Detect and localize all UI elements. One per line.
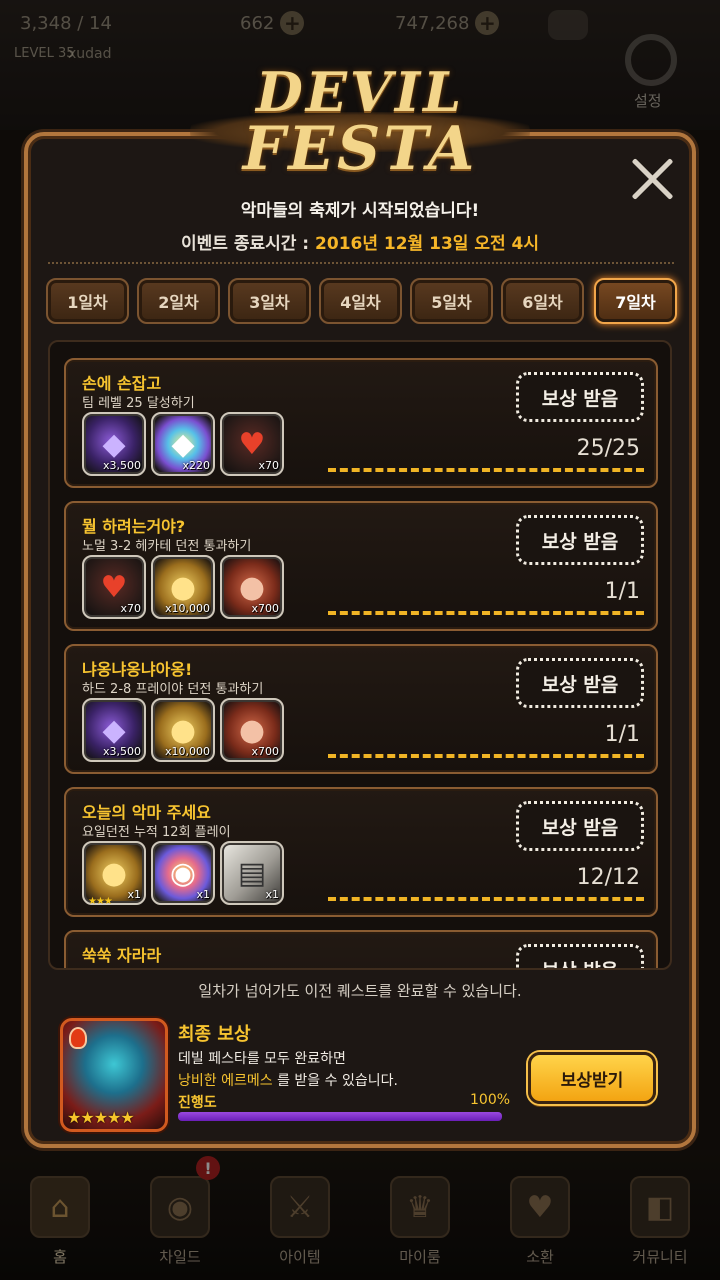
quest-title: 냐옹냐옹냐아옹! xyxy=(82,660,193,679)
divider xyxy=(48,262,674,264)
gold-coin-pile-icon[interactable]: ● ★★★ x1 xyxy=(82,841,146,907)
quest-card: 냐옹냐옹냐아옹! 하드 2-8 프레이야 던전 통과하기 ◆ x3,500 ● x1… xyxy=(64,644,658,774)
gold-coin-icon[interactable]: ● x10,000 xyxy=(151,698,215,762)
rarity-stars-icon: ★★★★★ xyxy=(67,1108,135,1127)
hermes-portrait[interactable]: ★★★★★ xyxy=(60,1018,168,1132)
reward-claimed-button[interactable]: 보상 받음 xyxy=(516,658,644,708)
quest-card: 오늘의 악마 주세요 요일던전 누적 12회 플레이 ● ★★★ x1 ◉ x1 ▤ x… xyxy=(64,787,658,917)
fire-element-icon xyxy=(69,1027,87,1049)
end-time-label: 이벤트 종료시간 : xyxy=(180,234,316,254)
reward-count: x3,500 xyxy=(102,459,141,472)
quest-description: 하드 2-8 프레이야 던전 통과하기 xyxy=(82,682,264,697)
final-reward-line2-rest: 를 받을 수 있습니다. xyxy=(272,1073,398,1089)
copper-coin-icon[interactable]: ● x700 xyxy=(220,698,284,762)
quest-card: 손에 손잡고 팀 레벨 25 달성하기 ◆ x3,500 ◆ x220 ♥ x70 보… xyxy=(64,358,658,488)
day-tabs: 1일차 2일차 3일차 4일차 5일차 6일차 7일차 xyxy=(46,278,678,326)
quest-progress: 1/1 xyxy=(604,579,640,604)
event-end-time: 이벤트 종료시간 : 2016년 12월 13일 오전 4시 xyxy=(0,229,720,254)
event-headline: 악마들의 축제가 시작되었습니다! xyxy=(240,201,480,221)
gold-coin-icon[interactable]: ● x10,000 xyxy=(151,555,215,619)
quest-title: 쑥쑥 자라라 xyxy=(82,946,162,965)
quest-progress: 12/12 xyxy=(576,865,640,890)
end-time-value: 2016년 12월 13일 오전 4시 xyxy=(315,234,540,254)
tab-day-2[interactable]: 2일차 xyxy=(137,278,220,324)
purple-gem-icon[interactable]: ◆ x3,500 xyxy=(82,698,146,762)
tab-day-5[interactable]: 5일차 xyxy=(410,278,493,324)
final-reward-line2: 낭비한 에르메스 를 받을 수 있습니다. xyxy=(178,1070,398,1090)
rarity-stars-icon: ★★★ xyxy=(88,896,113,907)
progress-dashes xyxy=(328,611,644,615)
quest-title: 손에 손잡고 xyxy=(82,374,162,393)
reward-count: x10,000 xyxy=(165,602,210,615)
reward-claimed-button[interactable]: 보상 받음 xyxy=(516,944,644,968)
ticket-icon[interactable]: ▤ x1 xyxy=(220,841,284,905)
quest-description: 노멀 3-2 헤카테 던전 통과하기 xyxy=(82,539,252,554)
quest-description: 팀 레벨 25 달성하기 xyxy=(82,396,195,411)
reward-count: x70 xyxy=(120,602,141,615)
quest-description: 요일던전 누적 12회 플레이 xyxy=(82,825,231,840)
rainbow-gem-icon[interactable]: ◆ x220 xyxy=(151,412,215,476)
reward-count: x1 xyxy=(196,888,210,901)
final-reward-line1: 데빌 페스타를 모두 완료하면 xyxy=(178,1051,346,1067)
quest-progress: 1/1 xyxy=(604,722,640,747)
purple-gem-icon[interactable]: ◆ x3,500 xyxy=(82,412,146,476)
reward-claimed-button[interactable]: 보상 받음 xyxy=(516,801,644,851)
quest-title: 뭘 하려는거야? xyxy=(82,517,186,536)
final-reward-title: 최종 보상 xyxy=(178,1024,251,1045)
tab-day-3[interactable]: 3일차 xyxy=(228,278,311,324)
tab-day-7[interactable]: 7일차 xyxy=(594,278,677,324)
tab-day-1[interactable]: 1일차 xyxy=(46,278,129,324)
devil-festa-logo: DEVIL FESTA xyxy=(190,56,530,186)
reward-count: x1 xyxy=(265,888,279,901)
logo-line2: FESTA xyxy=(242,114,478,184)
progress-dashes xyxy=(328,754,644,758)
quest-progress: 25/25 xyxy=(576,436,640,461)
reward-count: x1 xyxy=(127,888,141,901)
claim-reward-button[interactable]: 보상받기 xyxy=(528,1052,656,1104)
quest-card: 뭘 하려는거야? 노멀 3-2 헤카테 던전 통과하기 ♥ x70 ● x10,00… xyxy=(64,501,658,631)
heart-icon[interactable]: ♥ x70 xyxy=(82,555,146,619)
reward-count: x70 xyxy=(258,459,279,472)
reward-claimed-button[interactable]: 보상 받음 xyxy=(516,515,644,565)
reward-claimed-button[interactable]: 보상 받음 xyxy=(516,372,644,422)
copper-coin-icon[interactable]: ● x700 xyxy=(220,555,284,619)
reward-count: x700 xyxy=(251,745,279,758)
progress-percent: 100% xyxy=(470,1092,511,1108)
quest-title: 오늘의 악마 주세요 xyxy=(82,803,211,822)
progress-fill xyxy=(178,1112,502,1121)
quest-list[interactable]: 손에 손잡고 팀 레벨 25 달성하기 ◆ x3,500 ◆ x220 ♥ x70 보… xyxy=(48,340,672,970)
tab-day-6[interactable]: 6일차 xyxy=(501,278,584,324)
final-reward-name: 낭비한 에르메스 xyxy=(178,1073,273,1089)
progress-dashes xyxy=(328,468,644,472)
progress-dashes xyxy=(328,897,644,901)
reward-count: x10,000 xyxy=(165,745,210,758)
heart-icon[interactable]: ♥ x70 xyxy=(220,412,284,476)
reward-count: x3,500 xyxy=(102,745,141,758)
reward-count: x220 xyxy=(182,459,210,472)
tab-day-4[interactable]: 4일차 xyxy=(319,278,402,324)
quest-hint: 일차가 넘어가도 이전 퀘스트를 완료할 수 있습니다. xyxy=(198,982,522,1000)
progress-label: 진행도 xyxy=(178,1095,217,1111)
reward-count: x700 xyxy=(251,602,279,615)
rainbow-orb-icon[interactable]: ◉ x1 xyxy=(151,841,215,905)
quest-card: 쑥쑥 자라라 보상 받음 xyxy=(64,930,658,968)
